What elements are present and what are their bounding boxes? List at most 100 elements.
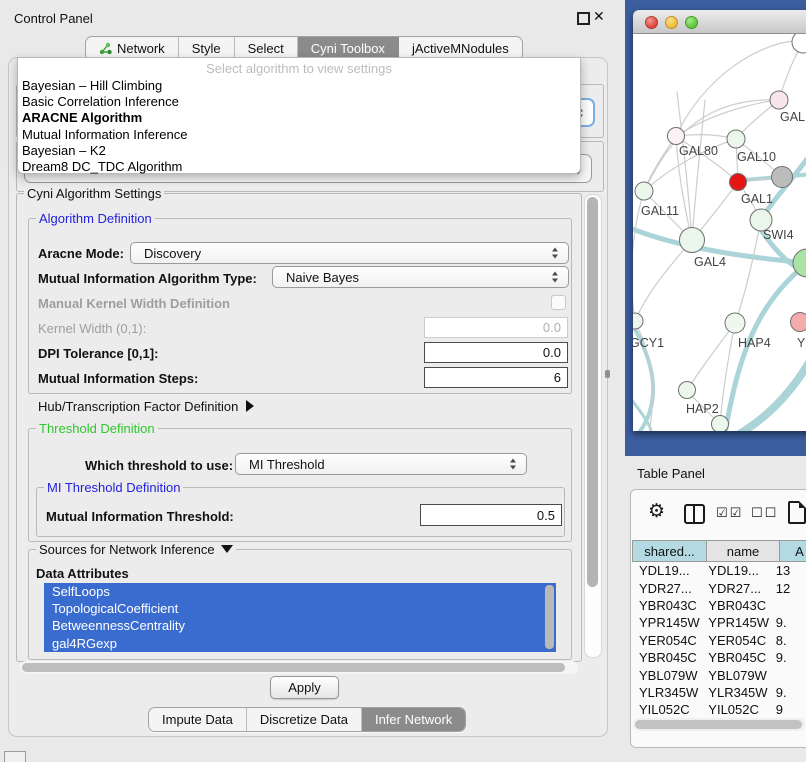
- export-table-icon[interactable]: [788, 501, 806, 524]
- data-attributes-list[interactable]: SelfLoopsTopologicalCoefficientBetweenne…: [44, 583, 556, 652]
- settings-hscrollbar-thumb[interactable]: [22, 663, 565, 672]
- table-cell: 8.: [769, 633, 806, 648]
- table-cell: YIL052C: [701, 702, 768, 717]
- network-node[interactable]: [668, 128, 685, 145]
- which-threshold-combo[interactable]: MI Threshold: [235, 453, 527, 475]
- zoom-window-icon[interactable]: [685, 16, 698, 29]
- table-row[interactable]: YBL079WYBL079W: [632, 666, 806, 683]
- tab-impute-data[interactable]: Impute Data: [149, 708, 247, 731]
- close-panel-icon[interactable]: ✕: [593, 8, 605, 25]
- network-node[interactable]: [679, 382, 696, 399]
- algorithm-option[interactable]: Bayesian – K2: [18, 143, 580, 159]
- column-header-third[interactable]: A: [780, 540, 806, 562]
- stepper-icon: [552, 272, 559, 283]
- table-cell: YPR145W: [632, 615, 701, 630]
- network-node[interactable]: [792, 34, 806, 53]
- threshold-definition-legend: Threshold Definition: [36, 422, 158, 435]
- network-node[interactable]: [791, 313, 806, 332]
- table-cell: YDL19...: [632, 563, 701, 578]
- network-node-label: HAP4: [738, 336, 771, 350]
- tab-discretize-data[interactable]: Discretize Data: [247, 708, 362, 731]
- table-row[interactable]: YPR145WYPR145W9.: [632, 614, 806, 631]
- table-body[interactable]: YDL19...YDL19...13YDR27...YDR27...12YBR0…: [632, 562, 806, 718]
- table-row[interactable]: YIL052CYIL052C9: [632, 701, 806, 718]
- table-cell: YLR345W: [701, 685, 768, 700]
- attributes-scrollbar-thumb[interactable]: [545, 585, 554, 649]
- collapse-arrow-icon: [246, 400, 254, 412]
- table-cell: 9: [769, 702, 806, 717]
- network-node-label: GAL: [780, 110, 805, 124]
- tab-infer-network[interactable]: Infer Network: [362, 708, 465, 731]
- attribute-item[interactable]: gal4RGexp: [44, 635, 556, 652]
- grid-corner-icon[interactable]: [4, 751, 26, 762]
- manual-kernel-label: Manual Kernel Width Definition: [38, 296, 230, 311]
- table-row[interactable]: YDR27...YDR27...12: [632, 579, 806, 596]
- table-row[interactable]: YLR345WYLR345W9.: [632, 684, 806, 701]
- algorithm-option[interactable]: Mutual Information Inference: [18, 127, 580, 143]
- aracne-mode-combo[interactable]: Discovery: [130, 242, 569, 264]
- apply-button[interactable]: Apply: [270, 676, 339, 699]
- hide-columns-icon[interactable]: ☐☐: [751, 505, 778, 521]
- manual-kernel-checkbox[interactable]: [551, 295, 566, 310]
- attribute-item[interactable]: BetweennessCentrality: [44, 617, 556, 634]
- column-header-name[interactable]: name: [707, 540, 780, 562]
- mi-algorithm-type-combo[interactable]: Naive Bayes: [272, 266, 569, 288]
- table-cell: YLR345W: [632, 685, 701, 700]
- table-cell: YDR27...: [701, 581, 768, 596]
- sources-legend[interactable]: Sources for Network Inference: [36, 543, 236, 556]
- network-node[interactable]: [727, 130, 745, 148]
- attribute-item[interactable]: SelfLoops: [44, 583, 556, 600]
- table-hscrollbar-thumb[interactable]: [635, 720, 802, 729]
- network-edge[interactable]: [676, 100, 779, 136]
- network-view-window[interactable]: GALGAL80GAL10GAL1GAL11SWI4GAL4GCY1HAP4YH…: [633, 10, 806, 431]
- table-row[interactable]: YBR043CYBR043C: [632, 597, 806, 614]
- algorithm-option[interactable]: Basic Correlation Inference: [18, 94, 580, 110]
- table-row[interactable]: YER054CYER054C8.: [632, 632, 806, 649]
- stepper-icon: [552, 248, 559, 259]
- network-node[interactable]: [725, 313, 745, 333]
- algorithm-option[interactable]: Dream8 DC_TDC Algorithm: [18, 159, 580, 175]
- table-row[interactable]: YDL19...YDL19...13: [632, 562, 806, 579]
- table-cell: YBL079W: [701, 668, 768, 683]
- attribute-item[interactable]: TopologicalCoefficient: [44, 600, 556, 617]
- expand-arrow-icon: [221, 545, 233, 553]
- float-panel-icon[interactable]: [577, 12, 590, 25]
- table-row[interactable]: YBR045CYBR045C9.: [632, 649, 806, 666]
- table-cell: YBR045C: [701, 650, 768, 665]
- table-cell: YIL052C: [632, 702, 701, 717]
- network-node-label: SWI4: [763, 228, 794, 242]
- network-window-titlebar[interactable]: [633, 10, 806, 34]
- settings-scrollbar-thumb[interactable]: [587, 197, 598, 587]
- aracne-mode-label: Aracne Mode:: [38, 246, 124, 261]
- table-cell: YDR27...: [632, 581, 701, 596]
- kernel-width-input[interactable]: 0.0: [424, 317, 568, 338]
- network-node[interactable]: [730, 174, 747, 191]
- network-edge[interactable]: [635, 240, 692, 321]
- network-edge[interactable]: [677, 92, 692, 240]
- gear-icon[interactable]: ⚙: [648, 500, 665, 523]
- show-columns-icon[interactable]: ☑☑: [716, 505, 743, 521]
- network-edge[interactable]: [735, 220, 761, 323]
- algorithm-option[interactable]: ARACNE Algorithm: [18, 110, 580, 126]
- mi-steps-input[interactable]: 6: [424, 367, 568, 388]
- network-node[interactable]: [770, 91, 788, 109]
- table-cell: YDL19...: [701, 563, 768, 578]
- algorithm-option[interactable]: Bayesian – Hill Climbing: [18, 78, 580, 94]
- hub-section-toggle[interactable]: Hub/Transcription Factor Definition: [38, 399, 254, 414]
- mi-threshold-input[interactable]: 0.5: [420, 504, 562, 526]
- close-window-icon[interactable]: [645, 16, 658, 29]
- network-node[interactable]: [680, 228, 705, 253]
- dpi-tolerance-input[interactable]: 0.0: [424, 342, 568, 363]
- network-node[interactable]: [712, 416, 729, 432]
- network-node[interactable]: [772, 167, 793, 188]
- minimize-window-icon[interactable]: [665, 16, 678, 29]
- column-header-shared-name[interactable]: shared...: [632, 540, 707, 562]
- network-node[interactable]: [633, 313, 643, 329]
- columns-icon[interactable]: [684, 504, 705, 524]
- network-canvas[interactable]: GALGAL80GAL10GAL1GAL11SWI4GAL4GCY1HAP4YH…: [633, 34, 806, 431]
- network-graph: GALGAL80GAL10GAL1GAL11SWI4GAL4GCY1HAP4YH…: [633, 34, 806, 431]
- network-node-label: HAP2: [686, 402, 719, 416]
- network-edge[interactable]: [687, 323, 735, 390]
- panel-splitter-handle[interactable]: [605, 370, 610, 378]
- network-node[interactable]: [635, 182, 653, 200]
